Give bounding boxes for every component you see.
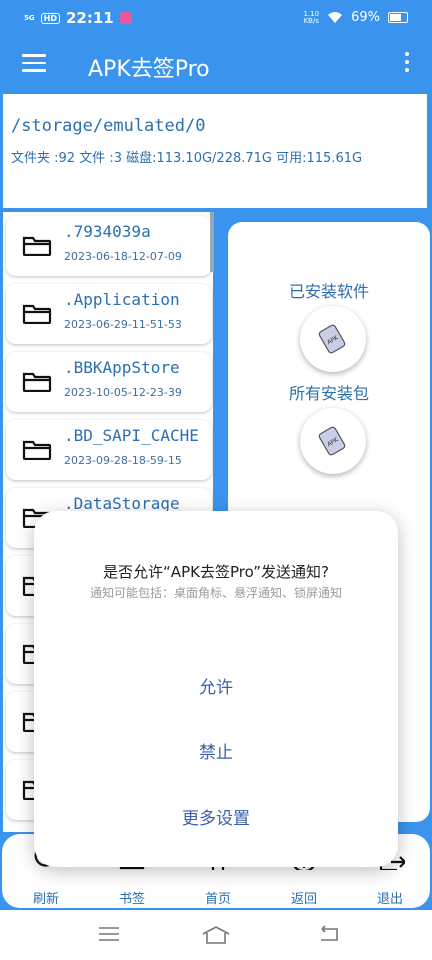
notification-app-icon	[119, 12, 132, 24]
allow-button[interactable]: 允许	[34, 673, 398, 698]
installed-apps-button[interactable]: APK	[300, 306, 366, 372]
file-name: .Application	[64, 290, 180, 309]
clock: 22:11	[65, 9, 114, 27]
folder-icon	[22, 304, 52, 324]
file-item[interactable]: .7934039a 2023-06-18-12-07-09	[6, 216, 212, 276]
nav-exit-label: 退出	[376, 892, 403, 907]
nav-back-label: 返回	[290, 892, 317, 907]
net-speed-unit: KB/s	[303, 16, 319, 25]
file-date: 2023-06-29-11-51-53	[64, 318, 182, 331]
nav-home-label: 首页	[204, 892, 231, 907]
all-packages-button[interactable]: APK	[300, 408, 366, 474]
file-item[interactable]: .BD_SAPI_CACHE 2023-09-28-18-59-15	[6, 420, 212, 480]
file-date: 2023-10-05-12-23-39	[64, 386, 182, 399]
file-item[interactable]: .BBKAppStore 2023-10-05-12-23-39	[6, 352, 212, 412]
hamburger-menu-icon[interactable]	[22, 54, 46, 74]
nav-refresh-label: 刷新	[32, 892, 59, 907]
signal-indicator: 5G	[24, 13, 35, 22]
net-speed: 1.10 KB/s	[303, 10, 320, 25]
storage-stats: 文件夹 :92 文件 :3 磁盘:113.10G/228.71G 可用:115.…	[11, 151, 363, 166]
deny-button[interactable]: 禁止	[34, 738, 398, 763]
folder-icon	[22, 440, 52, 460]
status-bar: 5G HD 22:11 1.10 KB/s 69%	[0, 0, 432, 36]
battery-icon	[388, 12, 408, 23]
notification-permission-dialog: 是否允许“APK去签Pro”发送通知? 通知可能包括：桌面角标、悬浮通知、锁屏通…	[34, 511, 398, 867]
home-system-icon[interactable]	[201, 925, 231, 945]
battery-percent: 69%	[351, 10, 380, 25]
all-packages-label: 所有安装包	[288, 384, 369, 403]
folder-icon	[22, 372, 52, 392]
file-item[interactable]: .Application 2023-06-29-11-51-53	[6, 284, 212, 344]
file-name: .BBKAppStore	[64, 358, 180, 377]
file-name: .BD_SAPI_CACHE	[64, 426, 199, 445]
apk-file-icon: APK	[318, 426, 346, 456]
more-settings-button[interactable]: 更多设置	[34, 804, 398, 829]
apk-file-icon: APK	[318, 324, 346, 354]
recents-icon[interactable]	[98, 925, 120, 943]
file-name: .7934039a	[64, 222, 151, 241]
file-date: 2023-09-28-18-59-15	[64, 454, 182, 467]
file-date: 2023-06-18-12-07-09	[64, 250, 182, 263]
path-panel: /storage/emulated/0 文件夹 :92 文件 :3 磁盘:113…	[0, 94, 432, 212]
more-options-icon[interactable]	[402, 52, 412, 76]
current-path[interactable]: /storage/emulated/0	[11, 116, 205, 136]
back-system-icon[interactable]	[318, 925, 340, 943]
app-title: APK去签Pro	[88, 57, 210, 82]
folder-icon	[22, 236, 52, 256]
installed-apps-label: 已安装软件	[288, 282, 369, 301]
hd-badge: HD	[40, 12, 60, 24]
dialog-title: 是否允许“APK去签Pro”发送通知?	[103, 563, 329, 581]
app-bar: APK去签Pro	[0, 36, 432, 94]
wifi-icon	[328, 12, 343, 23]
dialog-subtitle: 通知可能包括：桌面角标、悬浮通知、锁屏通知	[89, 586, 342, 600]
system-nav-bar	[0, 910, 432, 960]
nav-bookmark-label: 书签	[118, 892, 145, 907]
